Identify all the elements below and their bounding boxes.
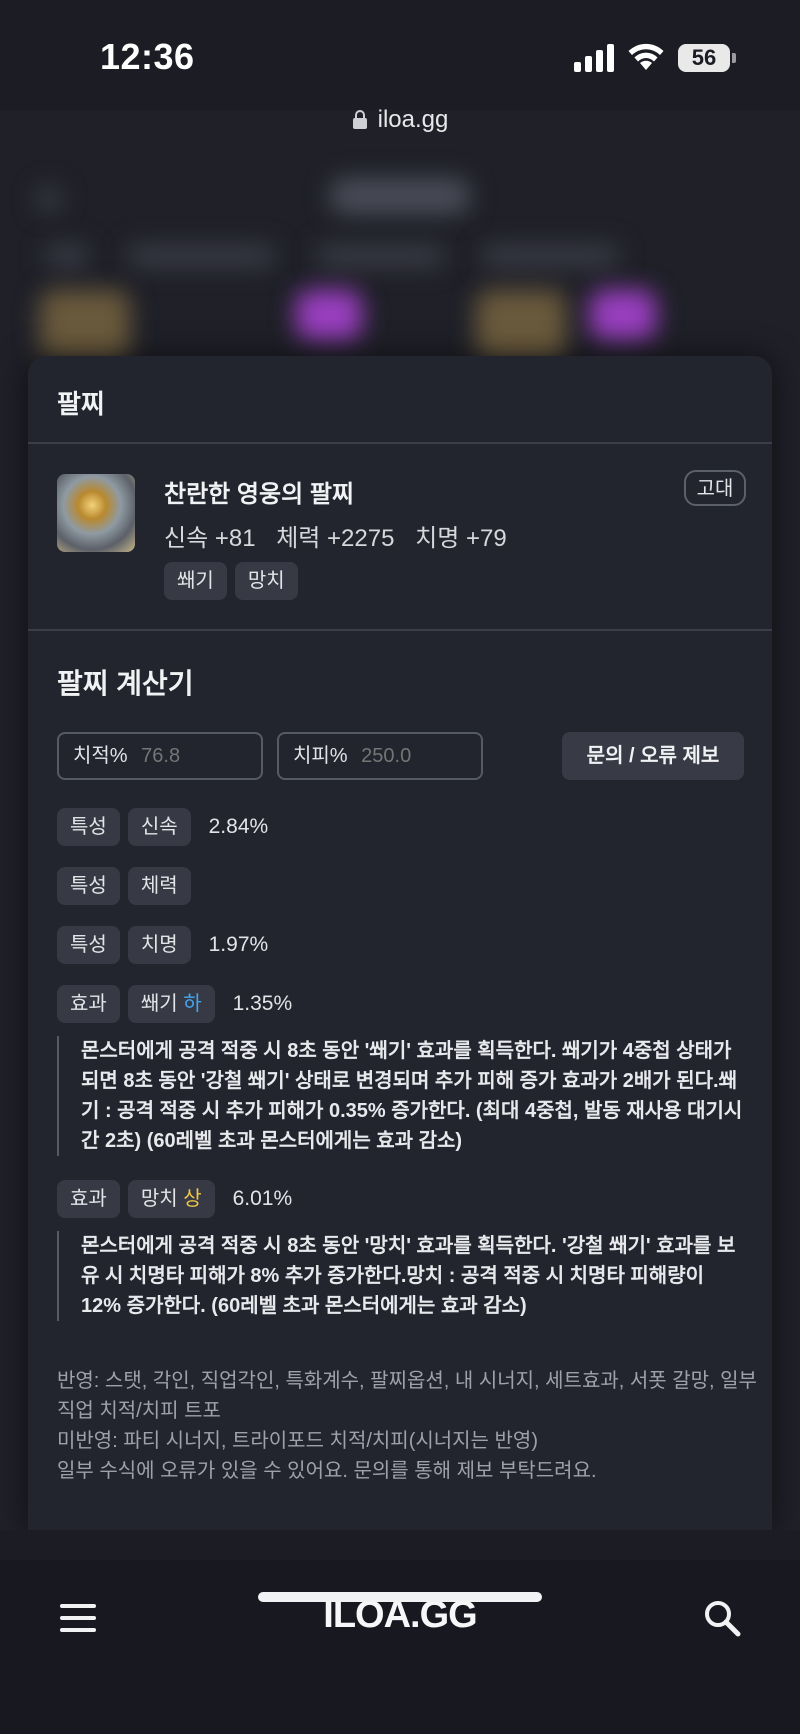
tag-chip: 쐐기 — [164, 562, 227, 600]
kind-chip: 특성 — [57, 808, 120, 846]
card-title: 팔찌 — [57, 389, 105, 419]
kind-chip: 효과 — [57, 985, 120, 1023]
grade-badge: 고대 — [684, 470, 746, 506]
bottom-nav: ILOA.GG — [0, 1560, 800, 1734]
home-indicator — [258, 1592, 542, 1602]
cellular-signal-icon — [574, 44, 616, 72]
effect-name: 망치 — [140, 1188, 178, 1210]
tag-chip: 망치 — [234, 562, 298, 600]
status-time: 12:36 — [100, 36, 195, 77]
background-content — [0, 150, 800, 370]
kind-chip: 특성 — [57, 867, 120, 905]
url-bar[interactable]: iloa.gg — [0, 106, 800, 146]
crit-rate-field[interactable]: 치적% — [57, 732, 263, 780]
crit-rate-input[interactable] — [139, 744, 244, 769]
battery-icon: 56 — [678, 44, 730, 72]
option-value: 2.84% — [208, 815, 269, 838]
option-row: 특성 치명 1.97% — [57, 926, 268, 964]
name-chip: 신속 — [127, 808, 191, 846]
bracelet-item-icon — [57, 474, 135, 552]
option-value: 1.97% — [208, 933, 269, 956]
option-row: 효과 쐐기 하 1.35% — [57, 985, 292, 1023]
item-name: 찬란한 영웅의 팔찌 — [164, 481, 354, 508]
effect-description: 몬스터에게 공격 적중 시 8초 동안 '쐐기' 효과를 획득한다. 쐐기가 4… — [57, 1036, 747, 1156]
crit-dmg-label: 치피% — [293, 745, 348, 767]
status-bar: 12:36 56 iloa.gg — [0, 0, 800, 133]
background-content — [0, 1530, 800, 1560]
lock-icon — [352, 110, 367, 129]
note-line: 반영: 스탯, 각인, 직업각인, 특화계수, 팔찌옵션, 내 시너지, 세트효… — [57, 1370, 757, 1422]
option-row: 효과 망치 상 6.01% — [57, 1180, 292, 1218]
name-chip: 망치 상 — [127, 1180, 215, 1218]
stat-speed: 신속 +81 — [164, 525, 256, 552]
divider — [28, 629, 772, 631]
effect-level: 하 — [183, 993, 202, 1015]
kind-chip: 특성 — [57, 926, 120, 964]
battery-nub — [732, 53, 736, 63]
name-chip: 체력 — [127, 867, 191, 905]
effect-description: 몬스터에게 공격 적중 시 8초 동안 '망치' 효과를 획득한다. '강철 쐐… — [57, 1231, 747, 1321]
item-stats: 신속 +81 체력 +2275 치명 +79 — [164, 518, 521, 553]
crit-dmg-input[interactable] — [359, 744, 464, 769]
effect-name: 쐐기 — [140, 993, 178, 1015]
search-icon[interactable] — [702, 1598, 742, 1638]
stat-crit: 치명 +79 — [415, 525, 507, 552]
bracelet-card: 팔찌 찬란한 영웅의 팔찌 고대 신속 +81 체력 +2275 치명 +79 … — [28, 356, 772, 1530]
divider — [28, 442, 772, 444]
option-row: 특성 신속 2.84% — [57, 808, 268, 846]
crit-rate-label: 치적% — [73, 745, 128, 767]
item-tags: 쐐기 망치 — [164, 562, 306, 600]
effect-level: 상 — [183, 1188, 202, 1210]
option-value: 6.01% — [232, 1187, 293, 1210]
name-chip: 쐐기 하 — [127, 985, 215, 1023]
report-button[interactable]: 문의 / 오류 제보 — [562, 732, 744, 780]
name-chip: 치명 — [127, 926, 191, 964]
wifi-icon — [628, 43, 664, 70]
note-line: 일부 수식에 오류가 있을 수 있어요. 문의를 통해 제보 부탁드려요. — [57, 1460, 597, 1482]
note-line: 미반영: 파티 시너지, 트라이포드 치적/치피(시너지는 반영) — [57, 1430, 538, 1452]
kind-chip: 효과 — [57, 1180, 120, 1218]
option-row: 특성 체력 — [57, 867, 209, 905]
stat-vitality: 체력 +2275 — [276, 525, 395, 552]
url-text: iloa.gg — [377, 106, 449, 133]
crit-dmg-field[interactable]: 치피% — [277, 732, 483, 780]
option-value: 1.35% — [232, 992, 293, 1015]
calculator-title: 팔찌 계산기 — [57, 668, 194, 699]
calculation-notes: 반영: 스탯, 각인, 직업각인, 특화계수, 팔찌옵션, 내 시너지, 세트효… — [57, 1366, 757, 1486]
